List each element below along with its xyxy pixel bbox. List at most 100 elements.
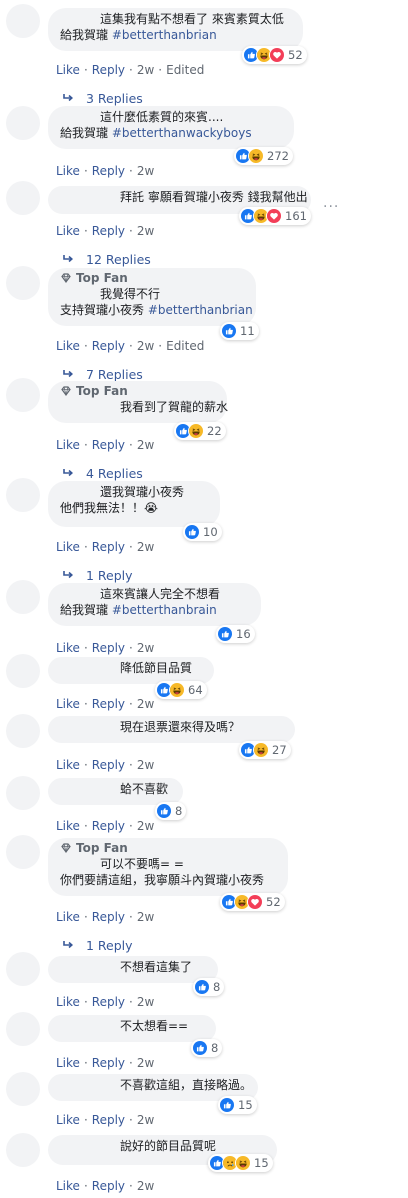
avatar[interactable]: [6, 1012, 40, 1046]
view-replies-link[interactable]: 1 Reply: [62, 937, 133, 953]
view-replies-link[interactable]: 1 Reply: [62, 567, 133, 583]
timestamp[interactable]: 2w: [137, 819, 154, 833]
reply-button[interactable]: Reply: [92, 697, 125, 711]
timestamp[interactable]: 2w: [137, 758, 154, 772]
avatar[interactable]: [6, 835, 40, 869]
view-replies-link[interactable]: 4 Replies: [62, 465, 143, 481]
hashtag-link[interactable]: #betterthanbrian: [148, 303, 253, 317]
reactions-summary[interactable]: 22: [174, 422, 226, 440]
avatar[interactable]: [6, 378, 40, 412]
separator-dot: ·: [129, 339, 133, 353]
timestamp[interactable]: 2w: [137, 164, 154, 178]
reply-button[interactable]: Reply: [92, 63, 125, 77]
replies-count-label[interactable]: 1 Reply: [86, 938, 133, 953]
avatar[interactable]: [6, 478, 40, 512]
reactions-summary[interactable]: 27: [239, 741, 291, 759]
like-button[interactable]: Like: [56, 995, 80, 1009]
reactions-summary[interactable]: 15: [218, 1096, 257, 1114]
timestamp[interactable]: 2w: [137, 995, 154, 1009]
reactions-summary[interactable]: 52: [242, 46, 307, 64]
view-replies-link[interactable]: 12 Replies: [62, 251, 151, 267]
view-replies-link[interactable]: 3 Replies: [62, 90, 143, 106]
like-button[interactable]: Like: [56, 1179, 80, 1193]
hashtag-link[interactable]: #betterthanbrian: [112, 28, 217, 42]
replies-count-label[interactable]: 7 Replies: [86, 367, 143, 382]
timestamp[interactable]: 2w: [137, 63, 154, 77]
reply-button[interactable]: Reply: [92, 224, 125, 238]
reply-button[interactable]: Reply: [92, 995, 125, 1009]
reactions-summary[interactable]: 8: [155, 802, 187, 820]
reply-button[interactable]: Reply: [92, 910, 125, 924]
timestamp[interactable]: 2w: [137, 910, 154, 924]
reply-button[interactable]: Reply: [92, 641, 125, 655]
reply-button[interactable]: Reply: [92, 339, 125, 353]
reactions-summary[interactable]: 8: [191, 1039, 223, 1057]
like-button[interactable]: Like: [56, 910, 80, 924]
like-button[interactable]: Like: [56, 758, 80, 772]
like-reaction-icon: [192, 1040, 208, 1056]
reply-button[interactable]: Reply: [92, 540, 125, 554]
avatar[interactable]: [6, 580, 40, 614]
reactions-summary[interactable]: 272: [234, 147, 293, 165]
avatar[interactable]: [6, 714, 40, 748]
like-button[interactable]: Like: [56, 224, 80, 238]
reactions-summary[interactable]: 10: [183, 523, 222, 541]
replies-count-label[interactable]: 4 Replies: [86, 466, 143, 481]
separator-dot: ·: [129, 438, 133, 452]
reactions-summary[interactable]: 15: [208, 1154, 273, 1172]
reply-button[interactable]: Reply: [92, 1113, 125, 1127]
hashtag-link[interactable]: #betterthanwackyboys: [112, 126, 252, 140]
avatar[interactable]: [6, 1072, 40, 1106]
reactions-summary[interactable]: 8: [193, 978, 225, 996]
timestamp[interactable]: 2w: [137, 1113, 154, 1127]
timestamp[interactable]: 2w: [137, 224, 154, 238]
avatar[interactable]: [6, 654, 40, 688]
reactions-summary[interactable]: 52: [220, 893, 285, 911]
like-button[interactable]: Like: [56, 697, 80, 711]
like-button[interactable]: Like: [56, 339, 80, 353]
reactions-summary[interactable]: 16: [216, 625, 255, 643]
like-button[interactable]: Like: [56, 1113, 80, 1127]
avatar[interactable]: [6, 776, 40, 810]
reply-button[interactable]: Reply: [92, 438, 125, 452]
hashtag-link[interactable]: #betterthanbrain: [112, 603, 217, 617]
like-button[interactable]: Like: [56, 63, 80, 77]
like-button[interactable]: Like: [56, 1056, 80, 1070]
replies-count-label[interactable]: 1 Reply: [86, 568, 133, 583]
reactions-summary[interactable]: 64: [155, 681, 207, 699]
reply-button[interactable]: Reply: [92, 1179, 125, 1193]
replies-count-label[interactable]: 3 Replies: [86, 91, 143, 106]
avatar[interactable]: [6, 266, 40, 300]
timestamp[interactable]: 2w: [137, 641, 154, 655]
comment-bubble: 蛤不喜歡: [48, 778, 183, 805]
reactions-summary[interactable]: 161: [239, 207, 311, 225]
reactions-summary[interactable]: 11: [220, 322, 259, 340]
view-replies-link[interactable]: 7 Replies: [62, 366, 143, 382]
timestamp[interactable]: 2w: [137, 1179, 154, 1193]
reply-button[interactable]: Reply: [92, 164, 125, 178]
more-options-icon[interactable]: ···: [323, 199, 339, 215]
like-button[interactable]: Like: [56, 540, 80, 554]
timestamp[interactable]: 2w: [137, 1056, 154, 1070]
timestamp[interactable]: 2w: [137, 339, 154, 353]
avatar[interactable]: [6, 4, 40, 38]
edited-label[interactable]: Edited: [166, 63, 204, 77]
like-button[interactable]: Like: [56, 164, 80, 178]
timestamp[interactable]: 2w: [137, 697, 154, 711]
reply-button[interactable]: Reply: [92, 819, 125, 833]
avatar[interactable]: [6, 1133, 40, 1167]
timestamp[interactable]: 2w: [137, 540, 154, 554]
replies-count-label[interactable]: 12 Replies: [86, 252, 151, 267]
avatar[interactable]: [6, 106, 40, 140]
reply-button[interactable]: Reply: [92, 758, 125, 772]
like-button[interactable]: Like: [56, 641, 80, 655]
avatar[interactable]: [6, 181, 40, 215]
like-button[interactable]: Like: [56, 819, 80, 833]
edited-label[interactable]: Edited: [166, 339, 204, 353]
comment-actions: Like · Reply · 2w: [56, 640, 154, 656]
timestamp[interactable]: 2w: [137, 438, 154, 452]
like-button[interactable]: Like: [56, 438, 80, 452]
separator-dot: ·: [83, 1056, 88, 1070]
reply-button[interactable]: Reply: [92, 1056, 125, 1070]
avatar[interactable]: [6, 952, 40, 986]
